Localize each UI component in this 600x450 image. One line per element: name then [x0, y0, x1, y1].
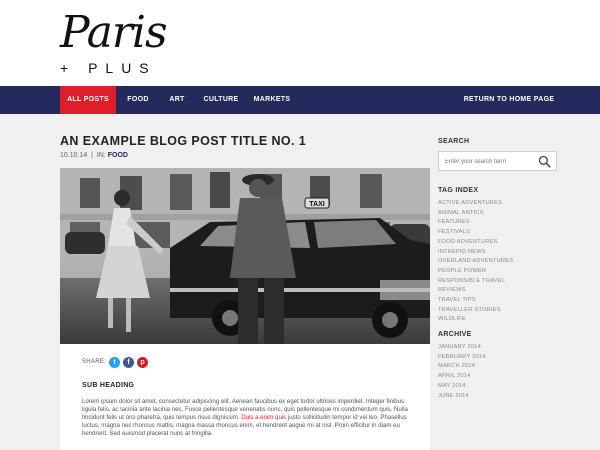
search-icon[interactable] [538, 155, 551, 168]
meta-separator: | [91, 152, 93, 159]
post-title[interactable]: AN EXAMPLE BLOG POST TITLE NO. 1 [60, 134, 306, 148]
archive-link[interactable]: MARCH 2014 [438, 362, 486, 372]
nav-item-culture[interactable]: CULTURE [194, 86, 248, 114]
tag-link[interactable]: OVERLAND ADVENTURES [438, 257, 513, 267]
body-paragraph: Lorem ipsum dolor sit amet, consectetur … [82, 398, 408, 438]
tag-link[interactable]: WILDLIFE [438, 315, 513, 325]
in-label: IN: [96, 152, 106, 159]
logo-script: Paris [60, 7, 168, 58]
twitter-share-icon[interactable]: t [109, 357, 120, 368]
tag-link[interactable]: REVIEWS [438, 286, 513, 296]
tag-link[interactable]: ACTIVE ADVENTURES [438, 199, 513, 209]
return-home-link[interactable]: RETURN TO HOME PAGE [458, 86, 560, 114]
share-label: SHARE: [82, 359, 107, 365]
archive-link[interactable]: JANUARY 2014 [438, 343, 486, 353]
nav-item-all-posts[interactable]: ALL POSTS [60, 86, 116, 114]
tag-link[interactable]: TRAVELLER STORIES [438, 306, 513, 316]
post-date: 10.10.14 [60, 152, 88, 159]
tag-link[interactable]: PEOPLE POWER [438, 267, 513, 277]
tag-index-heading: TAG INDEX [438, 187, 479, 194]
body-link[interactable]: Duis a enim quis [241, 414, 286, 421]
nav-item-food[interactable]: FOOD [116, 86, 160, 114]
main-nav: ALL POSTS FOOD ART CULTURE MARKETS RETUR… [0, 86, 600, 114]
archive-link[interactable]: JUNE 2014 [438, 392, 486, 402]
tag-link[interactable]: FOOD ADVENTURES [438, 238, 513, 248]
archive-link[interactable]: MAY 2014 [438, 382, 486, 392]
site-logo[interactable]: Paris + PLUS [60, 8, 180, 80]
search-input[interactable] [445, 156, 533, 167]
archive-heading: ARCHIVE [438, 331, 472, 338]
pinterest-share-icon[interactable]: p [137, 357, 148, 368]
facebook-share-icon[interactable]: f [123, 357, 134, 368]
archive-list: JANUARY 2014 FEBRUARY 2014 MARCH 2014 AP… [438, 343, 486, 401]
article-body: SHARE: t f p SUB HEADING Lorem ipsum dol… [60, 344, 430, 450]
post-hero-image: TAXI [60, 168, 430, 344]
search-heading: SEARCH [438, 138, 470, 145]
tag-link[interactable]: ANIMAL ANTICS [438, 209, 513, 219]
logo-plus: + PLUS [60, 60, 157, 76]
post-meta: 10.10.14 | IN: FOOD [60, 152, 128, 159]
archive-link[interactable]: FEBRUARY 2014 [438, 353, 486, 363]
search-box [438, 151, 557, 171]
post-category-link[interactable]: FOOD [108, 152, 128, 159]
tag-link[interactable]: TRAVEL TIPS [438, 296, 513, 306]
tag-link[interactable]: FEATURES [438, 218, 513, 228]
sub-heading: SUB HEADING [82, 382, 135, 389]
tag-list: ACTIVE ADVENTURES ANIMAL ANTICS FEATURES… [438, 199, 513, 325]
nav-item-art[interactable]: ART [160, 86, 194, 114]
tag-link[interactable]: FESTIVALS [438, 228, 513, 238]
tag-link[interactable]: INTREPID NEWS [438, 248, 513, 258]
taxi-sign: TAXI [309, 201, 324, 208]
tag-link[interactable]: RESPONSIBLE TRAVEL [438, 277, 513, 287]
nav-item-markets[interactable]: MARKETS [248, 86, 296, 114]
archive-link[interactable]: APRIL 2014 [438, 372, 486, 382]
site-header: Paris + PLUS [0, 0, 600, 86]
